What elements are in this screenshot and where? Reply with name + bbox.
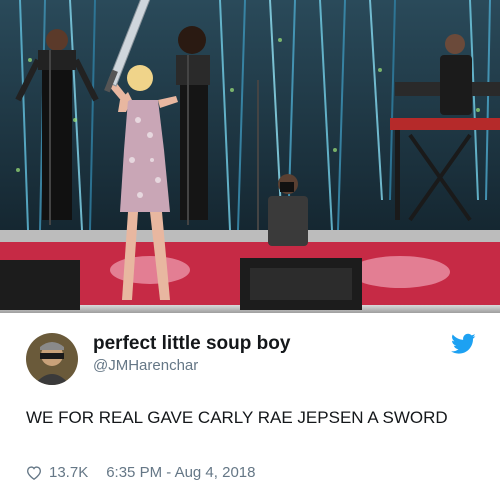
tweet-meta: 13.7K 6:35 PM - Aug 4, 2018 [26,464,255,481]
user-handle[interactable]: @JMHarenchar [93,357,198,374]
concert-photo [0,0,500,313]
heart-icon[interactable] [26,465,42,480]
like-count[interactable]: 13.7K [49,464,88,481]
display-name[interactable]: perfect little soup boy [93,333,290,355]
avatar[interactable] [26,333,78,385]
tweet-text: WE FOR REAL GAVE CARLY RAE JEPSEN A SWOR… [26,408,448,427]
twitter-bird-icon[interactable] [451,333,476,355]
tweet-card: perfect little soup boy @JMHarenchar WE … [0,0,500,500]
tweet-timestamp[interactable]: 6:35 PM - Aug 4, 2018 [106,464,255,481]
